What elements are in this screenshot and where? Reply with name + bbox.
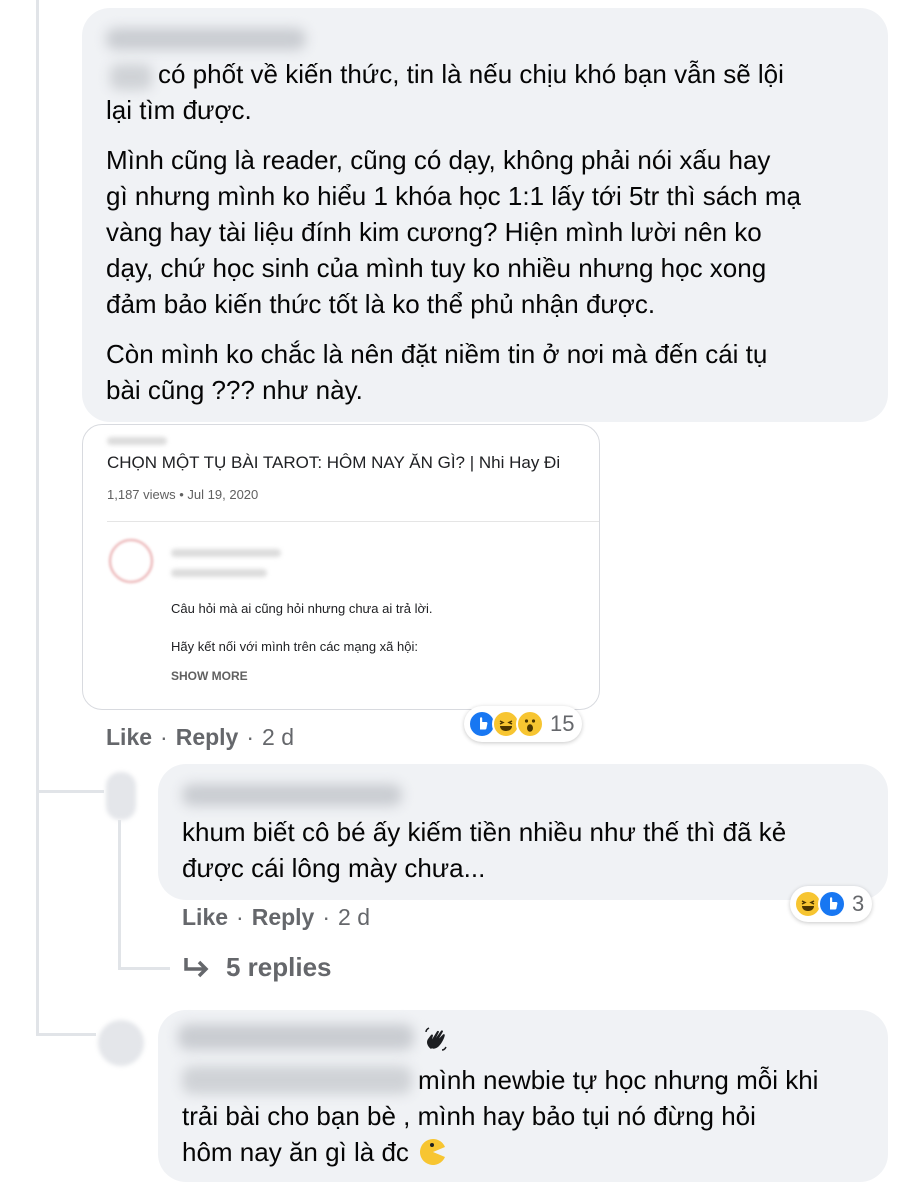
- timestamp[interactable]: 2 d: [338, 904, 370, 931]
- channel-avatar: [109, 539, 153, 583]
- attached-image-card[interactable]: CHỌN MỘT TỤ BÀI TAROT: HÔM NAY ĂN GÌ? | …: [82, 424, 600, 710]
- reaction-count: 15: [550, 711, 575, 736]
- comment-1-line: lại tìm được.: [106, 95, 252, 125]
- waving-hand-icon: [422, 1024, 452, 1054]
- video-views-date: 1,187 views • Jul 19, 2020: [107, 487, 259, 502]
- comment-3-line-text: hôm nay ăn gì là đc: [182, 1137, 409, 1167]
- comment-2-reactions[interactable]: 3: [790, 886, 873, 922]
- comment-1-actions: Like · Reply · 2 d: [106, 724, 294, 751]
- reply-arrow-icon: [182, 955, 212, 981]
- comment-1-line: gì nhưng mình ko hiểu 1 khóa học 1:1 lấy…: [106, 181, 801, 211]
- comment-3-line: trải bài cho bạn bè , mình hay bảo tụi n…: [182, 1101, 756, 1131]
- comment-1-body: có phốt về kiến thức, tin là nếu chịu kh…: [106, 56, 876, 418]
- video-description-line-1: Câu hỏi mà ai cũng hỏi nhưng chưa ai trả…: [171, 601, 433, 616]
- separator-dot: ·: [246, 724, 255, 750]
- channel-name-blurred: [171, 549, 281, 557]
- comment-1-line: đảm bảo kiến thức tốt là ko thể phủ nhận…: [106, 289, 656, 319]
- thread-line-main: [36, 0, 39, 1035]
- comment-3-body: mình newbie tự học nhưng mỗi khi trải bà…: [182, 1062, 882, 1170]
- reply-link[interactable]: Reply: [252, 904, 315, 931]
- comment-1-para-1: có phốt về kiến thức, tin là nếu chịu kh…: [106, 56, 876, 128]
- view-replies-link[interactable]: 5 replies: [182, 952, 332, 983]
- channel-subs-blurred: [171, 569, 267, 577]
- reaction-count: 3: [852, 891, 865, 916]
- thread-line-reply: [118, 820, 121, 970]
- pacman-icon: [417, 1136, 449, 1168]
- reply-link[interactable]: Reply: [176, 724, 239, 751]
- timestamp[interactable]: 2 d: [262, 724, 294, 751]
- comment-3-line: mình newbie tự học nhưng mỗi khi: [418, 1065, 819, 1095]
- thread-line-branch-3: [36, 1033, 96, 1036]
- separator-dot: ·: [236, 904, 244, 930]
- video-title: CHỌN MỘT TỤ BÀI TAROT: HÔM NAY ĂN GÌ? | …: [107, 453, 561, 472]
- comment-2-line: được cái lông mày chưa...: [182, 853, 486, 883]
- like-link[interactable]: Like: [182, 904, 228, 931]
- comment-1-line: Mình cũng là reader, cũng có dạy, không …: [106, 145, 771, 175]
- comment-1-reactions[interactable]: 15: [464, 706, 583, 742]
- like-link[interactable]: Like: [106, 724, 152, 751]
- card-channel-blurred: [107, 437, 167, 445]
- comment-1-line: vàng hay tài liệu đính kim cương? Hiện m…: [106, 217, 762, 247]
- thread-line-reply-branch: [118, 967, 170, 970]
- comment-1-line: dạy, chứ học sinh của mình tuy ko nhiều …: [106, 253, 767, 283]
- comment-2-body: khum biết cô bé ấy kiếm tiền nhiều như t…: [182, 814, 882, 886]
- comment-1-para-3: Còn mình ko chắc là nên đặt niềm tin ở n…: [106, 336, 876, 408]
- separator-dot: ·: [160, 724, 168, 750]
- wow-icon: [516, 710, 544, 738]
- comment-author-name-blurred[interactable]: [178, 1024, 414, 1050]
- comment-2-actions: Like · Reply · 2 d: [182, 904, 370, 931]
- comment-1-line: có phốt về kiến thức, tin là nếu chịu kh…: [158, 59, 784, 89]
- video-description-line-2: Hãy kết nối với mình trên các mạng xã hộ…: [171, 639, 418, 654]
- comment-2-line: khum biết cô bé ấy kiếm tiền nhiều như t…: [182, 817, 787, 847]
- separator-dot: ·: [322, 904, 331, 930]
- like-icon: [818, 890, 846, 918]
- show-more-link[interactable]: SHOW MORE: [171, 669, 248, 683]
- card-divider: [107, 521, 599, 522]
- avatar[interactable]: [106, 772, 136, 820]
- comment-author-name-blurred[interactable]: [182, 784, 402, 806]
- comment-3-line: hôm nay ăn gì là đc: [182, 1134, 882, 1170]
- comment-1-para-2: Mình cũng là reader, cũng có dạy, không …: [106, 142, 876, 322]
- comment-author-name-blurred[interactable]: [106, 28, 306, 50]
- comment-1-line: Còn mình ko chắc là nên đặt niềm tin ở n…: [106, 339, 768, 369]
- avatar[interactable]: [98, 1020, 144, 1066]
- replies-count-label: 5 replies: [226, 952, 332, 982]
- comment-1-line: bài cũng ??? như này.: [106, 375, 363, 405]
- thread-line-branch-2: [36, 790, 104, 793]
